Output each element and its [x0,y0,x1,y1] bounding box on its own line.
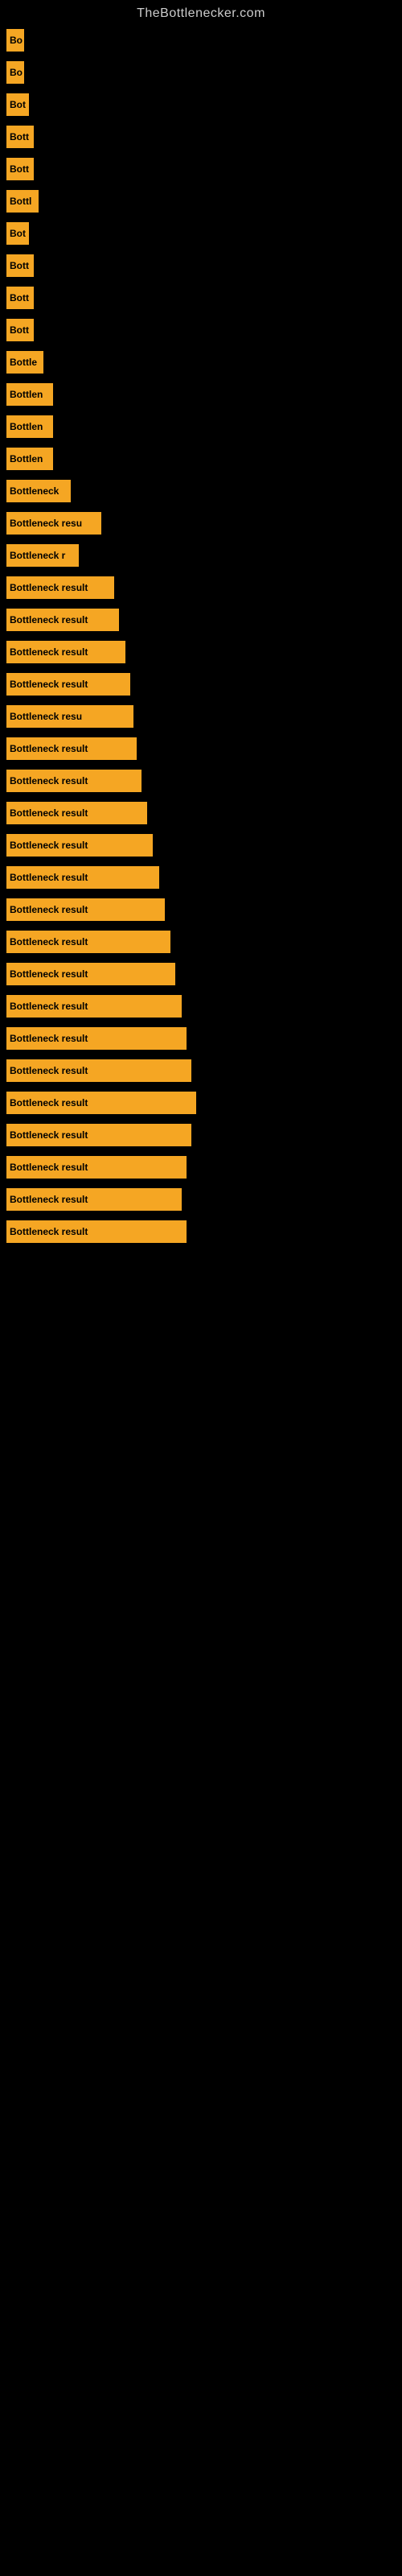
bottleneck-bar: Bot [6,93,29,116]
bar-row: Bott [6,121,402,153]
bottleneck-bar: Bottleneck result [6,641,125,663]
bottleneck-bar: Bottlen [6,383,53,406]
bar-row: Bottleneck result [6,668,402,700]
bottleneck-bar: Bottleneck result [6,1188,182,1211]
bottleneck-bar: Bott [6,126,34,148]
bar-row: Bottleneck resu [6,507,402,539]
bar-row: Bottleneck result [6,1216,402,1248]
bar-row: Bottleneck result [6,797,402,829]
bottleneck-bar: Bottleneck result [6,576,114,599]
bottleneck-bar: Bott [6,287,34,309]
bar-row: Bottlen [6,411,402,443]
bar-row: Bottleneck result [6,636,402,668]
site-title: TheBottlenecker.com [0,0,402,24]
bar-row: Bottlen [6,378,402,411]
bottleneck-bar: Bottlen [6,415,53,438]
bar-row: Bott [6,250,402,282]
bar-row: Bottleneck result [6,958,402,990]
bar-row: Bott [6,153,402,185]
bottleneck-bar: Bottleneck result [6,1092,196,1114]
bottleneck-bar: Bottleneck result [6,931,170,953]
bottleneck-bar: Bott [6,158,34,180]
bottleneck-bar: Bo [6,61,24,84]
bottleneck-bar: Bott [6,319,34,341]
bar-row: Bottleneck result [6,1055,402,1087]
bar-row: Bottleneck result [6,1119,402,1151]
bar-row: Bo [6,24,402,56]
bar-row: Bottl [6,185,402,217]
bottleneck-bar: Bottleneck [6,480,71,502]
bottleneck-bar: Bottleneck result [6,802,147,824]
bottleneck-bar: Bottleneck resu [6,705,133,728]
bar-row: Bottleneck result [6,1183,402,1216]
bar-row: Bottlen [6,443,402,475]
bottleneck-bar: Bottleneck result [6,963,175,985]
bottleneck-bar: Bottleneck result [6,1220,187,1243]
bottleneck-bar: Bot [6,222,29,245]
bar-row: Bottleneck result [6,894,402,926]
bottleneck-bar: Bott [6,254,34,277]
bar-row: Bottleneck result [6,926,402,958]
bottleneck-bar: Bottleneck result [6,673,130,696]
bottleneck-bar: Bottleneck result [6,1059,191,1082]
bar-row: Bottleneck result [6,733,402,765]
bar-row: Bottleneck result [6,829,402,861]
bar-row: Bottleneck result [6,861,402,894]
bottleneck-bar: Bo [6,29,24,52]
bottleneck-bar: Bottleneck resu [6,512,101,535]
bar-row: Bottleneck result [6,1087,402,1119]
bottleneck-bar: Bottleneck result [6,1156,187,1179]
bar-row: Bottleneck result [6,572,402,604]
bar-row: Bottleneck result [6,765,402,797]
bar-row: Bottleneck result [6,1022,402,1055]
bottleneck-bar: Bottlen [6,448,53,470]
bottleneck-bar: Bottleneck r [6,544,79,567]
bar-row: Bottle [6,346,402,378]
bar-row: Bot [6,89,402,121]
bar-row: Bottleneck resu [6,700,402,733]
bar-row: Bott [6,314,402,346]
bar-row: Bott [6,282,402,314]
bar-row: Bo [6,56,402,89]
bottleneck-bar: Bottleneck result [6,898,165,921]
bar-row: Bottleneck [6,475,402,507]
bottleneck-bar: Bottleneck result [6,1027,187,1050]
bottleneck-bar: Bottleneck result [6,1124,191,1146]
bottleneck-bar: Bottleneck result [6,834,153,857]
bottleneck-bar: Bottleneck result [6,995,182,1018]
bottleneck-bar: Bottle [6,351,43,374]
bottleneck-bar: Bottl [6,190,39,213]
bottleneck-bar: Bottleneck result [6,770,142,792]
bar-row: Bottleneck result [6,990,402,1022]
bar-row: Bottleneck result [6,1151,402,1183]
bottleneck-bar: Bottleneck result [6,737,137,760]
bottleneck-bar: Bottleneck result [6,866,159,889]
bar-row: Bottleneck result [6,604,402,636]
bar-row: Bot [6,217,402,250]
bottleneck-bar: Bottleneck result [6,609,119,631]
bar-row: Bottleneck r [6,539,402,572]
